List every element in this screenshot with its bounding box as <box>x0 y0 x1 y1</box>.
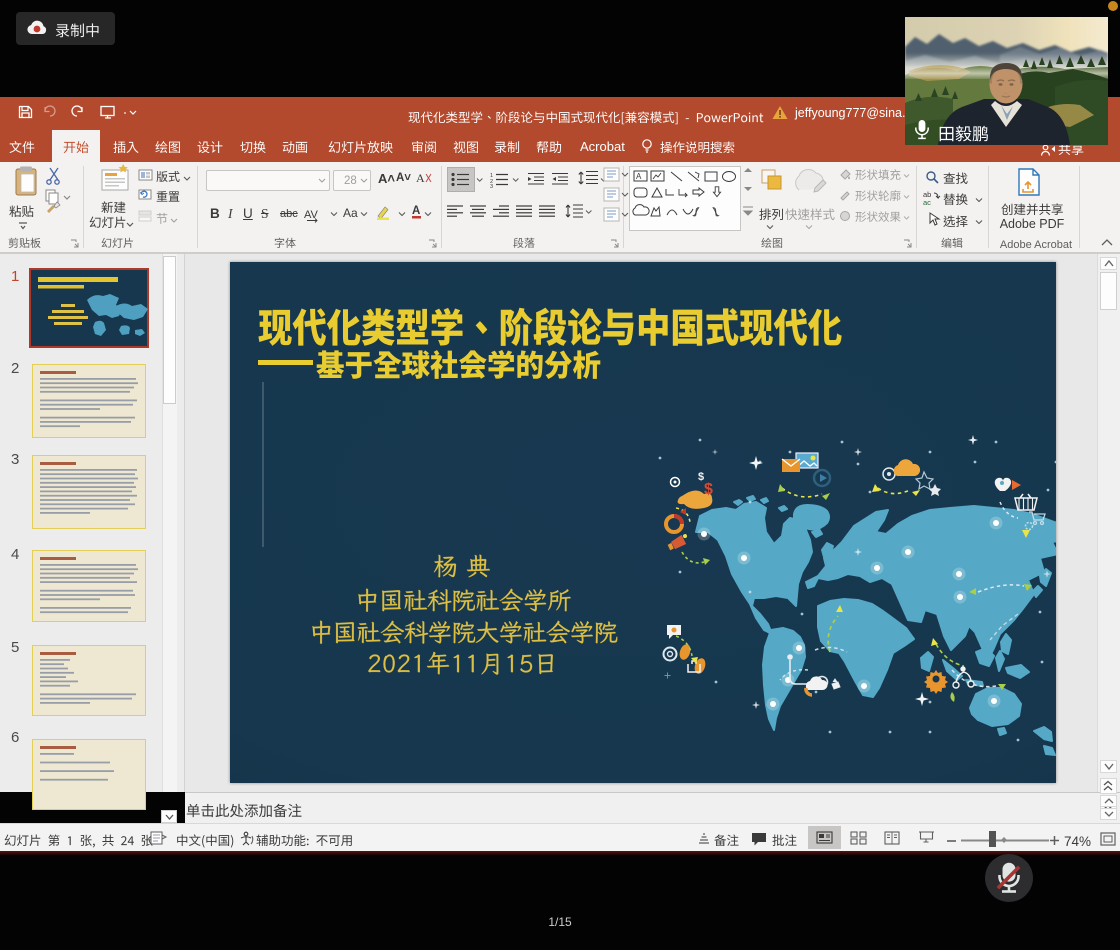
svg-text:$: $ <box>704 481 713 498</box>
svg-text:ac: ac <box>923 198 931 207</box>
svg-text:A: A <box>412 205 420 217</box>
svg-text:A: A <box>416 171 425 185</box>
svg-text:3: 3 <box>490 184 493 190</box>
svg-text:AV: AV <box>304 209 319 221</box>
svg-text:A: A <box>636 172 642 181</box>
